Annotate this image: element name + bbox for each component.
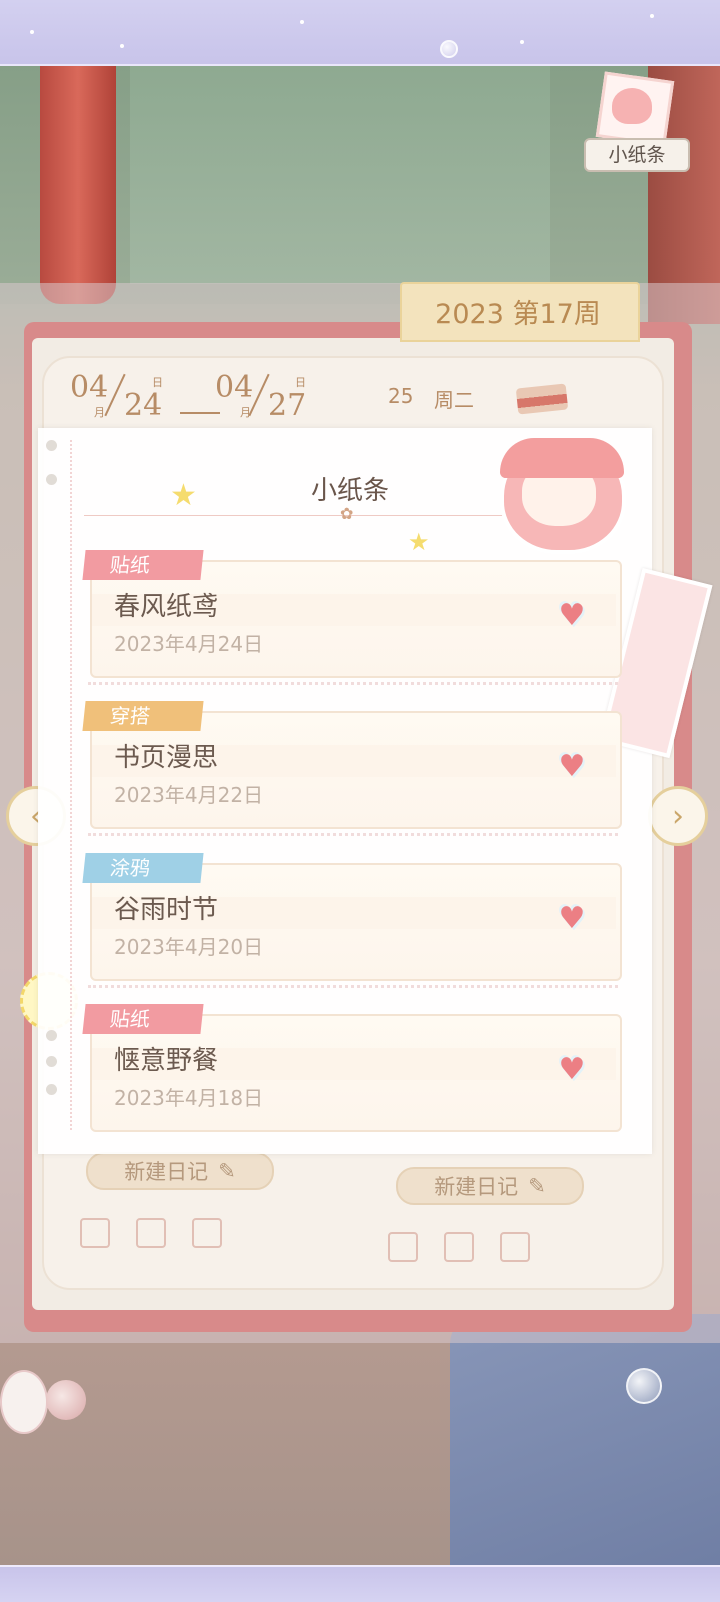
heart-arrow-icon[interactable]: ♥ <box>554 600 590 632</box>
notes-badge-button[interactable]: 小纸条 <box>584 138 690 172</box>
week-label: 2023 第17周 <box>435 299 601 330</box>
bell-charm <box>46 1380 86 1420</box>
binder-holes <box>46 440 58 1130</box>
paw-charm <box>0 1370 48 1434</box>
note-date: 2023年4月22日 <box>114 783 264 807</box>
checkbox[interactable] <box>192 1218 222 1248</box>
dotted-divider <box>88 985 618 990</box>
edit-icon: ✎ <box>218 1159 236 1183</box>
checkbox[interactable] <box>80 1218 110 1248</box>
start-month: 04 <box>70 370 109 405</box>
flower-icon: ✿ <box>340 504 354 523</box>
note-title: 谷雨时节 <box>114 895 219 925</box>
heart-arrow-icon[interactable]: ♥ <box>554 1054 590 1086</box>
edit-icon: ✎ <box>528 1174 546 1198</box>
start-day-unit: 日 <box>152 376 163 389</box>
note-tag: 贴纸 <box>82 550 204 580</box>
sparkle <box>30 30 34 34</box>
next-week-button[interactable]: › <box>648 786 708 846</box>
sparkle <box>520 40 524 44</box>
note-date: 2023年4月20日 <box>114 935 264 959</box>
title-divider <box>84 515 534 517</box>
note-entry[interactable]: 涂鸦 谷雨时节 2023年4月20日 ♥ <box>82 853 622 998</box>
note-tag: 涂鸦 <box>82 853 204 883</box>
bubble <box>626 1368 662 1404</box>
end-month: 04 <box>215 370 254 405</box>
note-date: 2023年4月24日 <box>114 632 264 656</box>
curtain-left <box>40 64 116 304</box>
bottom-bar <box>0 1565 720 1602</box>
heart-arrow-icon[interactable]: ♥ <box>554 903 590 935</box>
end-day-unit: 日 <box>295 376 306 389</box>
note-title: 春风纸鸢 <box>114 592 219 622</box>
dotted-divider <box>88 833 618 838</box>
eraser-icon <box>515 383 569 415</box>
weekday: 周二 <box>434 388 474 412</box>
avatar <box>612 88 652 124</box>
checkbox[interactable] <box>500 1232 530 1262</box>
dotted-divider <box>88 682 618 687</box>
heart-arrow-icon[interactable]: ♥ <box>554 751 590 783</box>
top-bar <box>0 0 720 66</box>
sparkle <box>650 14 654 18</box>
checkbox[interactable] <box>444 1232 474 1262</box>
note-tag: 穿搭 <box>82 701 204 731</box>
chevron-right-icon: › <box>672 798 684 834</box>
day-number: 25 <box>388 384 414 408</box>
bubble <box>440 40 458 58</box>
checkbox[interactable] <box>388 1232 418 1262</box>
start-month-unit: 月 <box>94 406 105 419</box>
start-day: 24 <box>124 388 163 423</box>
new-diary-label: 新建日记 <box>434 1175 519 1199</box>
window <box>130 64 550 284</box>
new-diary-label: 新建日记 <box>124 1160 209 1184</box>
new-diary-button-left[interactable]: 新建日记 ✎ <box>86 1152 274 1190</box>
margin-line <box>70 440 74 1130</box>
note-tag: 贴纸 <box>82 1004 204 1034</box>
girl-hair <box>500 438 624 478</box>
star-icon: ★ <box>170 478 197 513</box>
tablecloth <box>450 1314 720 1565</box>
note-title: 惬意野餐 <box>114 1046 219 1076</box>
panel-title: 小纸条 <box>310 476 389 506</box>
sparkle <box>300 20 304 24</box>
note-date: 2023年4月18日 <box>114 1086 264 1110</box>
sparkle <box>120 44 124 48</box>
note-entry[interactable]: 贴纸 春风纸鸢 2023年4月24日 ♥ <box>82 550 622 695</box>
note-title: 书页漫思 <box>114 743 219 773</box>
note-entry[interactable]: 穿搭 书页漫思 2023年4月22日 ♥ <box>82 701 622 846</box>
checkbox[interactable] <box>136 1218 166 1248</box>
note-entry[interactable]: 贴纸 惬意野餐 2023年4月18日 ♥ <box>82 1004 622 1149</box>
range-arrow <box>180 412 220 414</box>
new-diary-button-right[interactable]: 新建日记 ✎ <box>396 1167 584 1205</box>
end-day: 27 <box>268 388 307 423</box>
